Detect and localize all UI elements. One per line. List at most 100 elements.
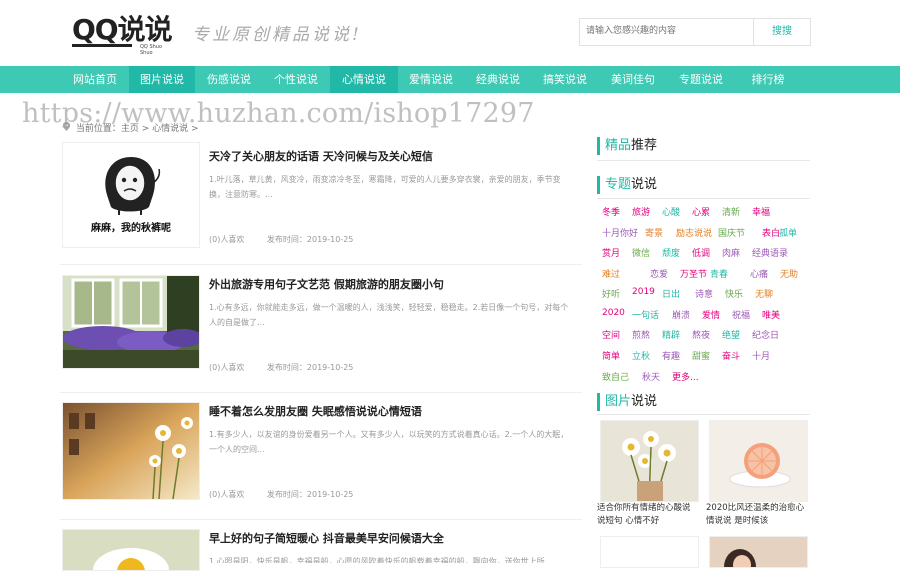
article-excerpt: 1.心照是阳，快乐是帆，幸福是船，心愿的风吹着快乐的帆载着幸福的船，飘向你，送你… <box>209 557 545 563</box>
article-thumbnail[interactable] <box>62 275 200 369</box>
article-thumbnail[interactable] <box>62 402 200 500</box>
tag-link[interactable]: 日出 <box>662 287 680 300</box>
article-title[interactable]: 外出旅游专用句子文艺范 假期旅游的朋友圈小句 <box>209 276 444 292</box>
article-title[interactable]: 睡不着怎么发朋友圈 失眠感悟说说心情短语 <box>209 403 422 419</box>
tag-link[interactable]: 颓废 <box>662 246 680 259</box>
tag-link[interactable]: 一句话 <box>632 308 659 321</box>
site-slogan: 专业原创精品说说! <box>192 25 362 45</box>
article-thumbnail[interactable] <box>62 529 200 571</box>
tag-link[interactable]: 无助 <box>780 267 798 280</box>
tag-link[interactable]: 心痛 <box>750 267 768 280</box>
tag-link[interactable]: 精辟 <box>662 328 680 341</box>
tag-link[interactable]: 孤单 <box>779 226 797 239</box>
tag-link[interactable]: 励志说说 <box>676 226 712 239</box>
tag-link[interactable]: 崩溃 <box>672 308 690 321</box>
tag-link[interactable]: 有趣 <box>662 349 680 362</box>
tag-link[interactable]: 秋天 <box>642 370 660 383</box>
tag-link[interactable]: 空间 <box>602 328 620 341</box>
picture-card-caption[interactable]: 适合你所有情绪的心酸说说短句 心情不好 <box>597 502 697 528</box>
tag-link[interactable]: 爱情 <box>702 308 720 321</box>
tag-link[interactable]: 煎熬 <box>632 328 650 341</box>
tag-link[interactable]: 十月你好 <box>602 226 638 239</box>
tag-link[interactable]: 表白 <box>762 226 780 239</box>
nav-item-funny[interactable]: 搞笑说说 <box>532 66 598 93</box>
nav-item-personal[interactable]: 个性说说 <box>263 66 329 93</box>
tag-link[interactable]: 奋斗 <box>722 349 740 362</box>
tag-link[interactable]: 冬季 <box>602 205 620 218</box>
article-item: 睡不着怎么发朋友圈 失眠感悟说说心情短语 1.有多少人，以友谊的身份爱着另一个人… <box>60 397 582 520</box>
tag-link[interactable]: 更多... <box>672 370 699 383</box>
tag-link[interactable]: 简单 <box>602 349 620 362</box>
tag-link[interactable]: 立秋 <box>632 349 650 362</box>
thumbnail-caption: 麻麻，我的秋裤呢 <box>91 223 171 234</box>
tag-link[interactable]: 清新 <box>722 205 740 218</box>
tag-link[interactable]: 微信 <box>632 246 650 259</box>
tag-link[interactable]: 寄景 <box>645 226 663 239</box>
recommend-heading-text: 推荐 <box>631 138 658 153</box>
main-nav: 网站首页 图片说说 伤感说说 个性说说 心情说说 爱情说说 经典说说 搞笑说说 … <box>0 66 900 93</box>
picture-card-thumbnail[interactable] <box>709 420 808 502</box>
nav-item-mood[interactable]: 心情说说 <box>330 66 398 93</box>
tag-link[interactable]: 难过 <box>602 267 620 280</box>
nav-item-quotes[interactable]: 美词佳句 <box>599 66 667 93</box>
search-input[interactable] <box>580 19 758 43</box>
tag-link[interactable]: 经典语录 <box>752 246 788 259</box>
article-likes: (0)人喜欢 <box>209 490 245 499</box>
tag-link[interactable]: 幸福 <box>752 205 770 218</box>
article-title[interactable]: 天冷了关心朋友的话语 天冷问候与及关心短信 <box>209 148 433 164</box>
tag-link[interactable]: 国庆节 <box>718 226 745 239</box>
article-item: 外出旅游专用句子文艺范 假期旅游的朋友圈小句 1.心有多远，你就能走多远，做一个… <box>60 270 582 393</box>
tag-link[interactable]: 心累 <box>692 205 710 218</box>
tag-link[interactable]: 祝福 <box>732 308 750 321</box>
tag-link[interactable]: 致自己 <box>602 370 629 383</box>
picture-card-thumbnail[interactable] <box>600 536 699 568</box>
tag-link[interactable]: 青春 <box>710 267 728 280</box>
tag-link[interactable]: 心酸 <box>662 205 680 218</box>
tag-link[interactable]: 绝望 <box>722 328 740 341</box>
daisies-building-image <box>63 403 199 499</box>
tag-link[interactable]: 恋爱 <box>650 267 668 280</box>
tag-link[interactable]: 2020 <box>602 308 625 318</box>
nav-item-sad[interactable]: 伤感说说 <box>196 66 262 93</box>
tag-link[interactable]: 唯美 <box>762 308 780 321</box>
tag-link[interactable]: 快乐 <box>725 287 743 300</box>
picture-card-thumbnail[interactable] <box>600 420 699 502</box>
topic-heading-text: 说说 <box>631 177 658 192</box>
nav-item-home[interactable]: 网站首页 <box>62 66 128 93</box>
tag-link[interactable]: 好听 <box>602 287 620 300</box>
article-excerpt: 1.有多少人，以友谊的身份爱着另一个人。又有多少人，以玩笑的方式说着真心话。2.… <box>209 430 569 454</box>
tag-link[interactable]: 诗意 <box>695 287 713 300</box>
picture-card-caption[interactable]: 2020比风还温柔的治愈心情说说 是时候该 <box>706 502 806 528</box>
tag-link[interactable]: 十月 <box>752 349 770 362</box>
tag-link[interactable]: 熬夜 <box>692 328 710 341</box>
tag-link[interactable]: 2019 <box>632 287 655 297</box>
tag-link[interactable]: 甜蜜 <box>692 349 710 362</box>
article-thumbnail[interactable]: 麻麻，我的秋裤呢 <box>62 142 200 248</box>
tag-link[interactable]: 纪念日 <box>752 328 779 341</box>
nav-item-topics[interactable]: 专题说说 <box>667 66 735 93</box>
watermark-text: https://www.huzhan.com/ishop17297 <box>22 98 535 129</box>
picture-heading: 图片说说 <box>597 393 657 411</box>
window-flowers-image <box>63 276 199 368</box>
search-button[interactable]: 搜搜 <box>753 19 810 45</box>
article-excerpt: 1.叶儿落，草儿黄，风变冷，雨变凉冷冬至，寒霜降，可爱的人儿要多穿衣裳，亲爱的朋… <box>209 175 561 199</box>
nav-item-picture[interactable]: 图片说说 <box>129 66 195 93</box>
tag-link[interactable]: 旅游 <box>632 205 650 218</box>
tag-link[interactable]: 万圣节 <box>680 267 707 280</box>
tag-link[interactable]: 低调 <box>692 246 710 259</box>
tag-link[interactable]: 无聊 <box>755 287 773 300</box>
tag-link[interactable]: 肉麻 <box>722 246 740 259</box>
tag-link[interactable]: 赏月 <box>602 246 620 259</box>
grapefruit-image <box>710 421 807 501</box>
article-title[interactable]: 早上好的句子简短暖心 抖音最美早安问候语大全 <box>209 530 444 546</box>
picture-card-thumbnail[interactable] <box>709 536 808 568</box>
site-logo[interactable]: QQ说说 QQ Shuo Shuo <box>72 8 176 56</box>
nav-item-love[interactable]: 爱情说说 <box>398 66 464 93</box>
article-meta: (0)人喜欢 发布时间：2019-10-25 <box>209 362 373 373</box>
nav-item-classic[interactable]: 经典说说 <box>465 66 531 93</box>
recommend-heading: 精品推荐 <box>597 137 657 155</box>
sunflower-image <box>63 530 199 570</box>
nav-item-ranking[interactable]: 排行榜 <box>735 66 801 93</box>
site-header: QQ说说 QQ Shuo Shuo 专业原创精品说说! 搜搜 <box>0 0 900 66</box>
recommend-heading-highlight: 精品 <box>605 138 632 153</box>
